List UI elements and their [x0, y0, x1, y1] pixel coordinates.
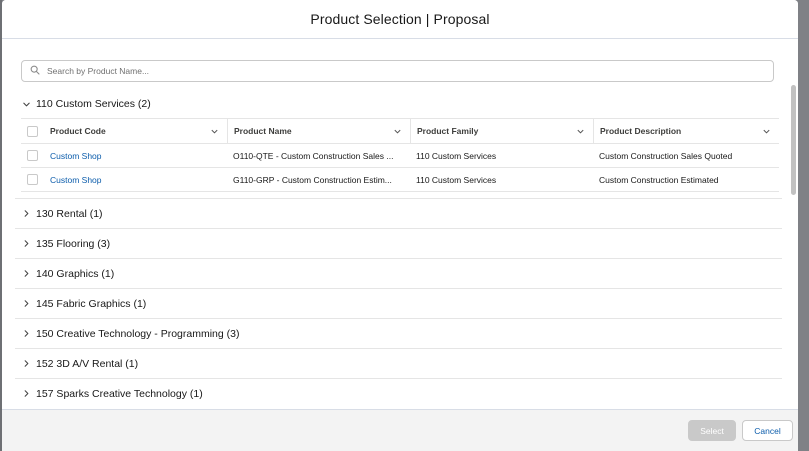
chevron-down-icon[interactable]: [393, 127, 402, 136]
column-label: Product Name: [234, 126, 292, 136]
scrollbar-thumb[interactable]: [791, 85, 796, 195]
select-all-checkbox[interactable]: [27, 125, 38, 137]
product-name-text: G110-GRP - Custom Construction Estim...: [233, 174, 392, 185]
product-family-text: 110 Custom Services: [416, 174, 497, 185]
table-row: Custom Shop O110-QTE - Custom Constructi…: [21, 144, 779, 168]
section-label: 135 Flooring (3): [36, 237, 111, 250]
row-checkbox[interactable]: [27, 174, 38, 185]
chevron-down-icon[interactable]: [210, 127, 219, 136]
chevron-right-icon: [21, 299, 31, 309]
product-family-cell: 110 Custom Services: [410, 168, 593, 191]
product-description-text: Custom Construction Sales Quoted: [599, 150, 733, 161]
collapsed-section-list: 130 Rental (1) 135 Flooring (3) 140 Grap…: [15, 198, 782, 408]
section-header-152-3d-av-rental[interactable]: 152 3D A/V Rental (1): [15, 348, 782, 378]
product-table: Product Code Product Name Product Family…: [21, 118, 779, 192]
product-code-link[interactable]: Custom Shop: [50, 151, 102, 161]
section-header-157-sparks-creative-technology[interactable]: 157 Sparks Creative Technology (1): [15, 378, 782, 408]
product-selection-modal: Product Selection | Proposal 110 Custom …: [2, 0, 798, 451]
column-header-product-code[interactable]: Product Code: [44, 119, 227, 143]
section-label: 150 Creative Technology - Programming (3…: [36, 327, 240, 340]
row-checkbox[interactable]: [27, 150, 38, 161]
section-header-130-rental[interactable]: 130 Rental (1): [15, 198, 782, 228]
product-code-link[interactable]: Custom Shop: [50, 175, 102, 185]
chevron-right-icon: [21, 329, 31, 339]
chevron-right-icon: [21, 359, 31, 369]
section-label: 140 Graphics (1): [36, 267, 115, 280]
column-label: Product Code: [50, 126, 106, 136]
product-name-cell: G110-GRP - Custom Construction Estim...: [227, 168, 410, 191]
search-icon: [30, 65, 42, 77]
table-row: Custom Shop G110-GRP - Custom Constructi…: [21, 168, 779, 192]
row-select-cell: [21, 144, 44, 167]
chevron-right-icon: [21, 209, 31, 219]
chevron-right-icon: [21, 389, 31, 399]
section-label: 152 3D A/V Rental (1): [36, 357, 139, 370]
modal-body: 110 Custom Services (2) Product Code Pro…: [2, 39, 798, 409]
product-family-cell: 110 Custom Services: [410, 144, 593, 167]
chevron-down-icon: [21, 99, 31, 109]
section-label: 145 Fabric Graphics (1): [36, 297, 147, 310]
table-header-row: Product Code Product Name Product Family…: [21, 119, 779, 144]
product-name-text: O110-QTE - Custom Construction Sales ...: [233, 150, 394, 161]
product-code-cell[interactable]: Custom Shop: [44, 168, 227, 191]
section-header-expanded[interactable]: 110 Custom Services (2): [15, 93, 782, 115]
product-description-cell: Custom Construction Sales Quoted: [593, 144, 779, 167]
section-label: 130 Rental (1): [36, 207, 103, 220]
product-name-cell: O110-QTE - Custom Construction Sales ...: [227, 144, 410, 167]
row-select-cell: [21, 168, 44, 191]
product-description-cell: Custom Construction Estimated: [593, 168, 779, 191]
section-header-135-flooring[interactable]: 135 Flooring (3): [15, 228, 782, 258]
column-header-product-family[interactable]: Product Family: [410, 119, 593, 143]
section-header-140-graphics[interactable]: 140 Graphics (1): [15, 258, 782, 288]
section-110-custom-services: 110 Custom Services (2) Product Code Pro…: [15, 93, 782, 192]
modal-header: Product Selection | Proposal: [2, 0, 798, 39]
section-label: 157 Sparks Creative Technology (1): [36, 387, 203, 400]
column-header-product-name[interactable]: Product Name: [227, 119, 410, 143]
section-header-145-fabric-graphics[interactable]: 145 Fabric Graphics (1): [15, 288, 782, 318]
product-code-cell[interactable]: Custom Shop: [44, 144, 227, 167]
select-button[interactable]: Select: [688, 420, 736, 441]
chevron-down-icon[interactable]: [762, 127, 771, 136]
search-input[interactable]: [47, 66, 747, 76]
column-label: Product Description: [600, 126, 682, 136]
column-label: Product Family: [417, 126, 479, 136]
product-family-text: 110 Custom Services: [416, 150, 497, 161]
chevron-down-icon[interactable]: [576, 127, 585, 136]
chevron-right-icon: [21, 269, 31, 279]
search-box[interactable]: [21, 60, 774, 82]
modal-footer: Select Cancel: [2, 409, 798, 451]
select-all-cell: [21, 119, 44, 143]
product-description-text: Custom Construction Estimated: [599, 174, 719, 185]
section-label: 110 Custom Services (2): [36, 98, 151, 110]
column-header-product-description[interactable]: Product Description: [593, 119, 779, 143]
section-header-150-creative-technology[interactable]: 150 Creative Technology - Programming (3…: [15, 318, 782, 348]
cancel-button[interactable]: Cancel: [742, 420, 793, 441]
chevron-right-icon: [21, 239, 31, 249]
modal-title: Product Selection | Proposal: [310, 11, 490, 27]
